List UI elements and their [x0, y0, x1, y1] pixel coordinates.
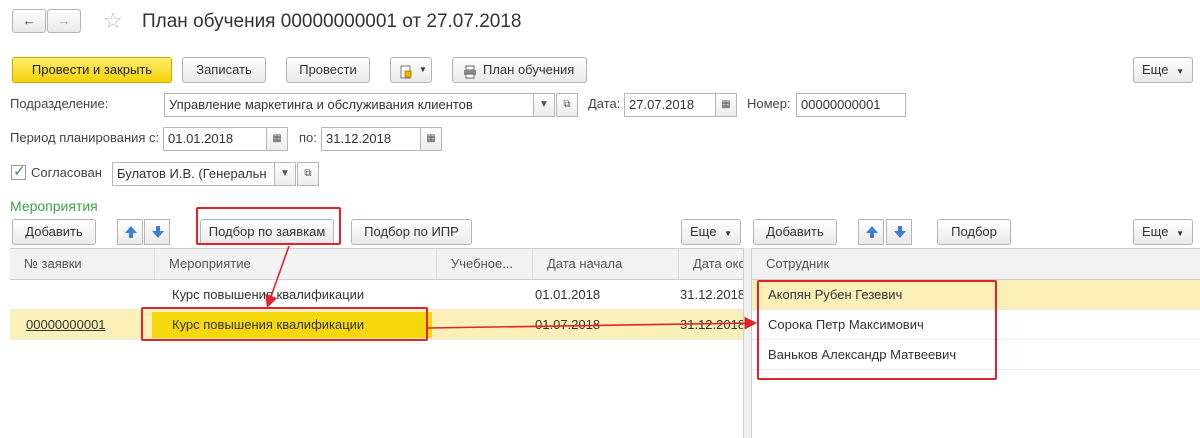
checkmark-icon: ✓ [13, 163, 26, 180]
employees-more-button[interactable]: Еще ▼ [1133, 219, 1193, 245]
number-label: Номер: [747, 96, 791, 111]
events-more-button[interactable]: Еще ▼ [681, 219, 741, 245]
department-label: Подразделение: [10, 96, 109, 111]
employees-add-button[interactable]: Добавить [753, 219, 837, 245]
calendar-icon: ▦ [721, 99, 731, 110]
annotation-box-event [141, 307, 428, 341]
calendar-icon: ▦ [426, 133, 436, 144]
arrow-up-icon [125, 226, 137, 238]
annotation-box-employees [757, 280, 997, 380]
period-from-field[interactable]: 01.01.2018 [163, 127, 267, 151]
dropdown-arrow-icon: ▼ [1176, 67, 1184, 76]
column-header-request[interactable]: № заявки [10, 249, 155, 279]
dropdown-arrow-icon: ▼ [539, 99, 549, 110]
row-end-date: 31.12.2018 [680, 317, 743, 332]
panel-splitter[interactable] [743, 248, 752, 438]
events-section-title: Мероприятия [10, 198, 98, 214]
period-from-calendar-button[interactable]: ▦ [266, 127, 288, 151]
period-to-calendar-button[interactable]: ▦ [420, 127, 442, 151]
row-request [26, 280, 146, 310]
save-button[interactable]: Записать [182, 57, 266, 83]
column-header-study[interactable]: Учебное... [437, 249, 533, 279]
forward-button[interactable]: → [47, 9, 81, 33]
column-header-start-date[interactable]: Дата начала [533, 249, 679, 279]
more-label: Еще [1142, 62, 1169, 77]
post-and-close-button[interactable]: Провести и закрыть [12, 57, 172, 83]
annotation-arrows [265, 245, 758, 330]
print-plan-label: План обучения [483, 62, 575, 77]
dropdown-arrow-icon: ▼ [280, 168, 290, 179]
column-header-employee[interactable]: Сотрудник [752, 249, 1200, 279]
page-title: План обучения 00000000001 от 27.07.2018 [142, 11, 522, 32]
events-move-up-button[interactable] [117, 219, 143, 245]
dropdown-arrow-icon: ▼ [419, 65, 427, 74]
arrow-down-icon [894, 226, 906, 238]
date-label: Дата: [588, 96, 621, 111]
period-to-field[interactable]: 31.12.2018 [321, 127, 421, 151]
more-label: Еще [690, 224, 717, 239]
back-button[interactable]: ← [12, 9, 46, 33]
date-calendar-button[interactable]: ▦ [715, 93, 737, 117]
number-field[interactable]: 00000000001 [796, 93, 906, 117]
dropdown-arrow-icon: ▼ [1176, 229, 1184, 238]
table-row[interactable]: Курс повышения квалификации 01.01.2018 3… [10, 280, 743, 310]
period-to-label: по: [299, 130, 317, 145]
row-end-date: 31.12.2018 [680, 287, 743, 302]
row-request-link[interactable]: 00000000001 [26, 310, 146, 340]
printer-icon [463, 63, 477, 87]
column-header-event[interactable]: Мероприятие [155, 249, 437, 279]
events-move-down-button[interactable] [144, 219, 170, 245]
employees-grid-header: Сотрудник [752, 248, 1200, 280]
approved-checkbox[interactable]: ✓ [11, 163, 26, 180]
row-event: Курс повышения квалификации [172, 287, 365, 302]
open-link-icon: ⧉ [563, 99, 571, 110]
approved-label: Согласован [31, 165, 102, 180]
print-plan-button[interactable]: План обучения [452, 57, 587, 83]
department-dropdown-button[interactable]: ▼ [533, 93, 555, 117]
row-start-date: 01.01.2018 [535, 287, 601, 302]
employees-pick-button[interactable]: Подбор [937, 219, 1011, 245]
column-header-end-date[interactable]: Дата окон [679, 249, 743, 279]
events-grid-header: № заявки Мероприятие Учебное... Дата нач… [10, 248, 743, 280]
period-label: Период планирования с: [10, 130, 160, 145]
pick-by-ipr-button[interactable]: Подбор по ИПР [351, 219, 472, 245]
calendar-icon: ▦ [272, 133, 282, 144]
row-start-date: 01.07.2018 [535, 317, 601, 332]
dropdown-arrow-icon: ▼ [724, 229, 732, 238]
post-button[interactable]: Провести [286, 57, 370, 83]
annotation-box-pick-button [196, 207, 341, 245]
arrow-up-icon [866, 226, 878, 238]
arrow-right-icon: → [57, 13, 71, 28]
department-open-button[interactable]: ⧉ [556, 93, 578, 117]
more-button[interactable]: Еще ▼ [1133, 57, 1193, 83]
employees-move-up-button[interactable] [858, 219, 884, 245]
date-field[interactable]: 27.07.2018 [624, 93, 716, 117]
more-label: Еще [1142, 224, 1169, 239]
document-icon [399, 63, 413, 87]
employees-move-down-button[interactable] [886, 219, 912, 245]
open-link-icon: ⧉ [304, 168, 312, 179]
favorite-star-icon[interactable]: ☆ [103, 8, 123, 34]
create-based-on-button[interactable]: ▼ [390, 57, 432, 83]
department-field[interactable]: Управление маркетинга и обслуживания кли… [164, 93, 534, 117]
approver-open-button[interactable]: ⧉ [297, 162, 319, 186]
arrow-left-icon: ← [22, 13, 36, 28]
events-add-button[interactable]: Добавить [12, 219, 96, 245]
approver-field[interactable]: Булатов И.В. (Генеральн [112, 162, 275, 186]
approver-dropdown-button[interactable]: ▼ [274, 162, 296, 186]
arrow-down-icon [152, 226, 164, 238]
